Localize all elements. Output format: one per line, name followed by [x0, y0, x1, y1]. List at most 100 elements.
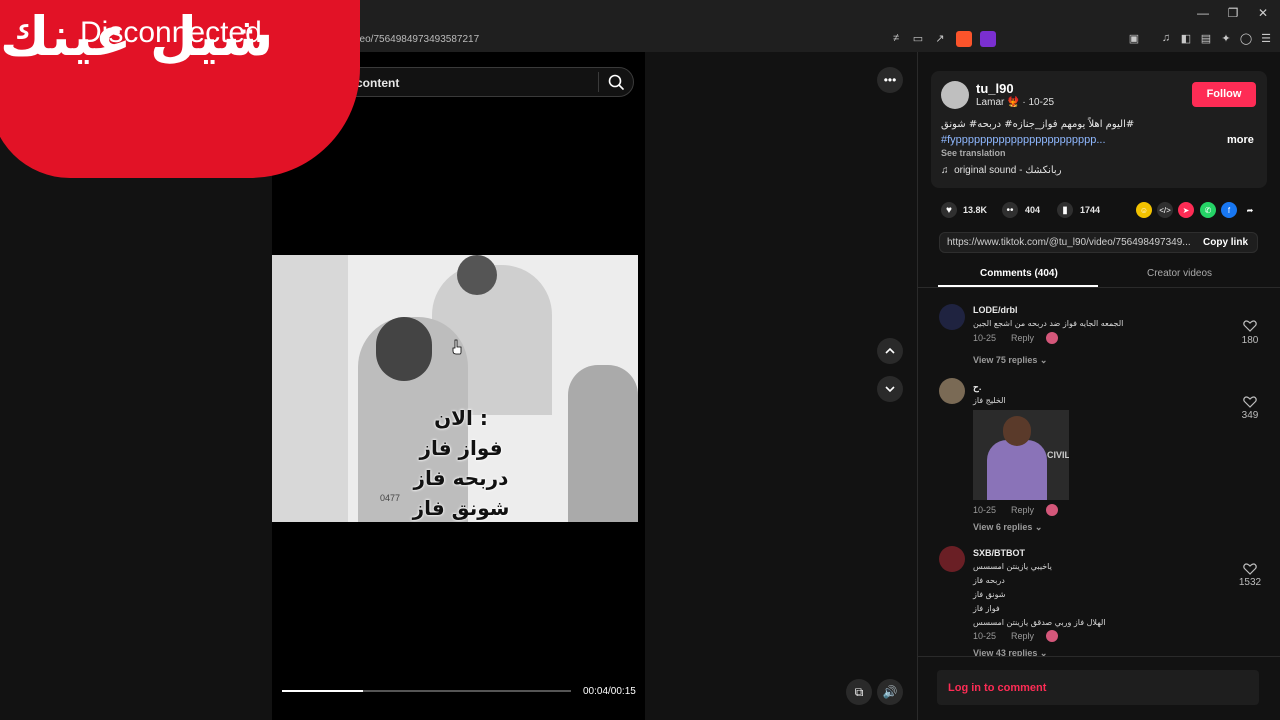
cast-icon[interactable]: ▭ [910, 32, 926, 45]
video-progress-bar[interactable] [282, 690, 571, 692]
menu-icon[interactable]: ☰ [1258, 32, 1274, 45]
screenshot-icon[interactable]: ▣ [1126, 32, 1142, 45]
more-options-icon: ••• [883, 73, 897, 87]
video-person-front-head [376, 317, 432, 381]
more-options-button[interactable]: ••• [877, 67, 903, 93]
comment-like-icon[interactable] [1243, 563, 1257, 575]
follow-button[interactable]: Follow [1192, 82, 1256, 107]
video-caption-line: شونق فاز [412, 496, 510, 520]
picture-in-picture-icon: ⧉ [854, 684, 864, 699]
embed-icon[interactable]: </> [1157, 202, 1173, 218]
view-replies-link[interactable]: View 75 replies ⌄ [973, 355, 1047, 366]
comment-sticker-image[interactable]: CIVIL [973, 410, 1069, 500]
copy-link-button[interactable]: Copy link [1203, 237, 1248, 248]
reaction-icon [1046, 332, 1058, 344]
comment-text: فواز فاز [973, 604, 1000, 613]
volume-icon: 🔊 [882, 685, 898, 699]
restore-icon[interactable]: ❐ [1218, 6, 1248, 20]
sticker-text: CIVIL [1047, 450, 1069, 460]
close-window-icon[interactable]: ✕ [1248, 6, 1278, 20]
reply-button[interactable]: Reply [1011, 333, 1034, 343]
comment-username[interactable]: LODE/drbl [973, 305, 1018, 315]
reply-button[interactable]: Reply [1011, 505, 1034, 515]
comment-like-icon[interactable] [1243, 320, 1257, 332]
tab-divider [918, 287, 1280, 288]
reader-mode-icon[interactable]: ≠ [888, 32, 904, 44]
video-person-back-head [457, 255, 497, 295]
video-frame[interactable]: الان : فواز فاز دربحه فاز شونق فاز 0477 [272, 255, 638, 522]
leo-ai-icon[interactable]: ✦ [1218, 32, 1234, 45]
avatar[interactable] [939, 546, 965, 572]
search-icon[interactable] [607, 73, 625, 91]
comment-date: 10-25 [973, 631, 997, 641]
tab-comments[interactable]: Comments (404) [980, 268, 1058, 279]
send-icon[interactable]: ➤ [1178, 202, 1194, 218]
video-caption: الان : فواز فاز دربحه فاز شونق فاز [406, 403, 516, 522]
view-replies-label: View 6 replies [973, 522, 1033, 532]
wallet-icon[interactable]: ▤ [1198, 32, 1214, 45]
tab-creator-videos[interactable]: Creator videos [1147, 268, 1212, 279]
video-caption-line: الان : [434, 406, 488, 430]
save-button[interactable]: ▮ [1057, 202, 1073, 218]
sidebar-icon[interactable]: ◧ [1178, 32, 1194, 45]
see-translation-link[interactable]: See translation [941, 148, 1006, 158]
comment-username[interactable]: SXB/BTBOT [973, 548, 1025, 558]
comment-date: 10-25 [973, 333, 997, 343]
video-caption-line: دربحه فاز [413, 466, 509, 490]
comment-text: ياخيبي يازينتن امسسس [973, 562, 1052, 571]
reaction-icon [1046, 504, 1058, 516]
view-replies-label: View 75 replies [973, 355, 1038, 365]
volume-button[interactable]: 🔊 [877, 679, 903, 705]
like-button[interactable]: ♥ [941, 202, 957, 218]
share-arrow-icon[interactable]: ➦ [1242, 202, 1258, 218]
chevron-down-icon [885, 386, 895, 393]
comment-text: الخليج فاز [973, 396, 1006, 405]
rewards-icon[interactable] [980, 31, 996, 47]
comment-icon: •• [1006, 204, 1014, 216]
comment-text: شونق فاز [973, 590, 1006, 599]
nickname-line: Lamar 🐦‍🔥 · 10-25 [976, 97, 1054, 108]
comment-like-count: 1532 [1238, 577, 1262, 588]
media-icon[interactable]: ♫ [1158, 32, 1174, 44]
avatar[interactable] [939, 378, 965, 404]
reaction-icon [1046, 630, 1058, 642]
video-watermark: 0477 [380, 493, 401, 503]
comment-text: دربحه فاز [973, 576, 1005, 585]
sticker-person-head [1003, 416, 1031, 446]
brave-shield-icon[interactable] [956, 31, 972, 47]
login-to-comment-link[interactable]: Log in to comment [948, 682, 1046, 694]
comment-username[interactable]: ح. [973, 382, 981, 393]
vpn-icon[interactable]: ◯ [1238, 32, 1254, 45]
bookmark-icon: ▮ [1062, 204, 1068, 216]
like-count: 13.8K [963, 205, 988, 215]
comment-date: 10-25 [973, 505, 997, 515]
share-friends-icon[interactable]: ☺ [1136, 202, 1152, 218]
post-date: 10-25 [1028, 97, 1055, 108]
comment-text: الجمعه الجايه فواز ضد دربحه من اشجع الجي… [973, 319, 1124, 328]
next-video-button[interactable] [877, 376, 903, 402]
nickname: Lamar 🐦‍🔥 [976, 97, 1020, 108]
post-hashtags[interactable]: #fyppppppppppppppppppppppp... [941, 134, 1106, 146]
previous-video-button[interactable] [877, 338, 903, 364]
sound-link[interactable]: ♫ original sound - ربانكشك [941, 165, 1062, 176]
facebook-icon[interactable]: f [1221, 202, 1237, 218]
post-caption: اليوم اهلاً يومهم فواز_جنازه# دربحه# شون… [941, 119, 1135, 130]
mouse-cursor-icon [452, 339, 462, 355]
whatsapp-icon[interactable]: ✆ [1200, 202, 1216, 218]
chevron-up-icon [885, 347, 895, 354]
view-replies-link[interactable]: View 6 replies ⌄ [973, 522, 1042, 533]
minimize-icon[interactable]: — [1188, 6, 1218, 20]
comment-text: الهلال فاز وربي صدقق يازينتن امسسس [973, 618, 1106, 627]
pip-button[interactable]: ⧉ [846, 679, 872, 705]
video-link: https://www.tiktok.com/@tu_l90/video/756… [947, 237, 1191, 248]
more-link[interactable]: more [1227, 134, 1254, 146]
video-person-right [568, 365, 638, 522]
avatar[interactable] [941, 81, 969, 109]
reply-button[interactable]: Reply [1011, 631, 1034, 641]
save-count: 1744 [1080, 205, 1101, 215]
share-page-icon[interactable]: ↗ [932, 32, 948, 45]
username[interactable]: tu_l90 [976, 81, 1014, 96]
avatar[interactable] [939, 304, 965, 330]
comment-button[interactable]: •• [1002, 202, 1018, 218]
comment-like-icon[interactable] [1243, 396, 1257, 408]
